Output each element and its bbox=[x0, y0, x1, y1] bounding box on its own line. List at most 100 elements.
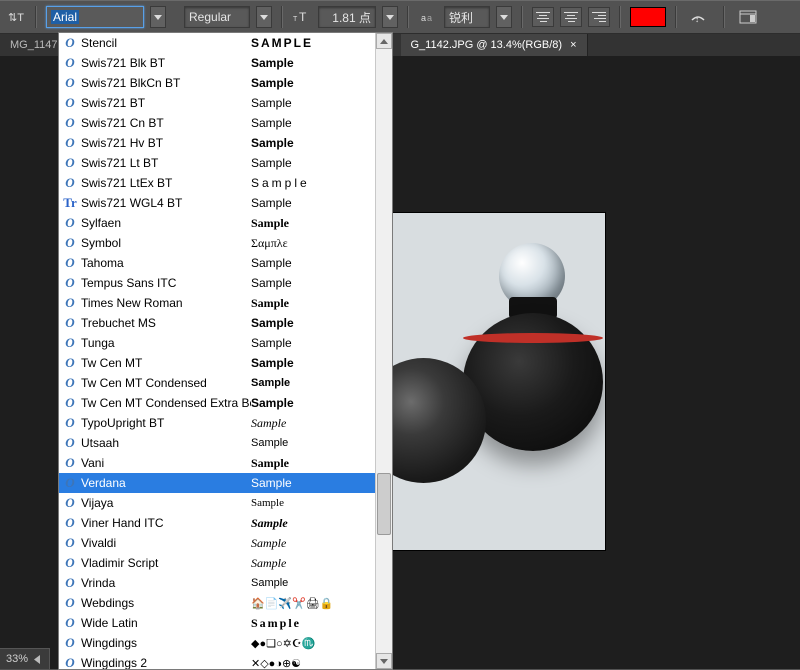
antialias-dropdown-button[interactable] bbox=[496, 6, 512, 28]
font-option[interactable]: OSwis721 Cn BTSample bbox=[59, 113, 375, 133]
font-option-name: Webdings bbox=[81, 596, 251, 610]
font-option[interactable]: OTw Cen MTSample bbox=[59, 353, 375, 373]
svg-text:T: T bbox=[293, 16, 298, 23]
font-option-name: Verdana bbox=[81, 476, 251, 490]
font-option-sample: Sample bbox=[251, 456, 375, 471]
font-option[interactable]: OWide LatinSample bbox=[59, 613, 375, 633]
font-option-name: Tw Cen MT Condensed Extra Bold bbox=[81, 396, 251, 410]
font-option[interactable]: OVaniSample bbox=[59, 453, 375, 473]
antialias-field[interactable]: 锐利 bbox=[444, 6, 490, 28]
font-option-name: Trebuchet MS bbox=[81, 316, 251, 330]
opentype-font-icon: O bbox=[59, 75, 81, 91]
font-option[interactable]: OTw Cen MT Condensed Extra BoldSample bbox=[59, 393, 375, 413]
font-option[interactable]: OTahomaSample bbox=[59, 253, 375, 273]
font-option-sample: Sample bbox=[251, 76, 375, 90]
font-option[interactable]: OSylfaenSample bbox=[59, 213, 375, 233]
font-option[interactable]: OVrindaSample bbox=[59, 573, 375, 593]
font-option-sample: Sample bbox=[251, 536, 375, 551]
opentype-font-icon: O bbox=[59, 535, 81, 551]
font-option-sample: SAMPLE bbox=[251, 36, 375, 50]
font-option-sample: Sample bbox=[251, 96, 375, 110]
svg-text:a: a bbox=[421, 13, 426, 23]
font-option-name: Times New Roman bbox=[81, 296, 251, 310]
font-option[interactable]: OTw Cen MT CondensedSample bbox=[59, 373, 375, 393]
scroll-down-arrow-icon[interactable] bbox=[376, 653, 392, 669]
scrollbar-thumb[interactable] bbox=[377, 473, 391, 535]
document-tab-active[interactable]: G_1142.JPG @ 13.4%(RGB/8) × bbox=[401, 34, 588, 56]
font-option[interactable]: OSwis721 LtEx BTSample bbox=[59, 173, 375, 193]
close-tab-icon[interactable]: × bbox=[570, 39, 576, 51]
font-option[interactable]: TrSwis721 WGL4 BTSample bbox=[59, 193, 375, 213]
font-option[interactable]: OSwis721 Hv BTSample bbox=[59, 133, 375, 153]
font-option-sample: Sample bbox=[251, 56, 375, 70]
font-option-sample: Sample bbox=[251, 416, 375, 431]
font-option[interactable]: OWingdings◆●❏○✡☪♏ bbox=[59, 633, 375, 653]
font-family-field[interactable]: Arial bbox=[46, 6, 144, 28]
font-option[interactable]: OTempus Sans ITCSample bbox=[59, 273, 375, 293]
font-option-name: Tunga bbox=[81, 336, 251, 350]
warp-text-button[interactable]: ↕ bbox=[686, 5, 714, 29]
font-option-name: Symbol bbox=[81, 236, 251, 250]
align-center-button[interactable] bbox=[560, 7, 582, 27]
font-size-dropdown-button[interactable] bbox=[382, 6, 398, 28]
font-option-sample: Sample bbox=[251, 196, 375, 210]
scroll-up-arrow-icon[interactable] bbox=[376, 33, 392, 49]
font-option[interactable]: OWebdings🏠📄✈‍✂🖨🔒 bbox=[59, 593, 375, 613]
font-option[interactable]: OVijayaSample bbox=[59, 493, 375, 513]
font-option-sample: Sample bbox=[251, 516, 375, 531]
font-family-value: Arial bbox=[51, 10, 79, 24]
opentype-font-icon: O bbox=[59, 475, 81, 491]
font-style-dropdown-button[interactable] bbox=[256, 6, 272, 28]
font-size-icon: TT bbox=[292, 7, 312, 27]
font-option[interactable]: OTimes New RomanSample bbox=[59, 293, 375, 313]
font-option[interactable]: OUtsaahSample bbox=[59, 433, 375, 453]
align-right-button[interactable] bbox=[588, 7, 610, 27]
font-option[interactable]: OTypoUpright BTSample bbox=[59, 413, 375, 433]
font-option-name: Tw Cen MT bbox=[81, 356, 251, 370]
opentype-font-icon: O bbox=[59, 355, 81, 371]
opentype-font-icon: O bbox=[59, 415, 81, 431]
font-option[interactable]: OSwis721 BTSample bbox=[59, 93, 375, 113]
font-option[interactable]: OVivaldiSample bbox=[59, 533, 375, 553]
opentype-font-icon: O bbox=[59, 295, 81, 311]
character-toolbar: ⇅T Arial Regular TT 1.81 点 aa 锐利 bbox=[0, 0, 800, 34]
font-option[interactable]: OSymbolΣαμπλε bbox=[59, 233, 375, 253]
font-option[interactable]: OSwis721 Blk BTSample bbox=[59, 53, 375, 73]
font-option[interactable]: OVladimir ScriptSample bbox=[59, 553, 375, 573]
opentype-font-icon: O bbox=[59, 95, 81, 111]
opentype-font-icon: O bbox=[59, 635, 81, 651]
font-option[interactable]: OSwis721 Lt BTSample bbox=[59, 153, 375, 173]
tab-label: MG_1147 bbox=[10, 39, 58, 51]
opentype-font-icon: O bbox=[59, 175, 81, 191]
font-size-field[interactable]: 1.81 点 bbox=[318, 6, 376, 28]
font-option-sample: Sample bbox=[251, 316, 375, 330]
status-chevron-icon[interactable] bbox=[34, 655, 43, 664]
align-left-button[interactable] bbox=[532, 7, 554, 27]
font-option[interactable]: OStencilSAMPLE bbox=[59, 33, 375, 53]
font-option[interactable]: OTrebuchet MSSample bbox=[59, 313, 375, 333]
font-option[interactable]: OVerdanaSample bbox=[59, 473, 375, 493]
zoom-level[interactable]: 33% bbox=[6, 653, 28, 665]
font-option[interactable]: OTungaSample bbox=[59, 333, 375, 353]
opentype-font-icon: O bbox=[59, 455, 81, 471]
font-option-name: Swis721 Blk BT bbox=[81, 56, 251, 70]
font-option-sample: Sample bbox=[251, 276, 375, 290]
dropdown-scrollbar[interactable] bbox=[375, 33, 392, 669]
font-option-name: Swis721 BT bbox=[81, 96, 251, 110]
font-option-sample: Sample bbox=[251, 116, 375, 130]
text-color-swatch[interactable] bbox=[630, 7, 666, 27]
font-option-name: Swis721 BlkCn BT bbox=[81, 76, 251, 90]
font-option-name: TypoUpright BT bbox=[81, 416, 251, 430]
font-family-dropdown-button[interactable] bbox=[150, 6, 166, 28]
text-orientation-toggle-icon[interactable]: ⇅T bbox=[6, 7, 26, 27]
font-option-name: Vijaya bbox=[81, 496, 251, 510]
font-option-sample: Sample bbox=[251, 356, 375, 370]
font-option[interactable]: OWingdings 2✕◇●◑⊕☯ bbox=[59, 653, 375, 669]
font-style-field[interactable]: Regular bbox=[184, 6, 250, 28]
opentype-font-icon: O bbox=[59, 435, 81, 451]
font-option[interactable]: OViner Hand ITCSample bbox=[59, 513, 375, 533]
font-option[interactable]: OSwis721 BlkCn BTSample bbox=[59, 73, 375, 93]
character-panel-toggle-button[interactable] bbox=[734, 5, 762, 29]
status-bar-fragment: 33% bbox=[0, 648, 50, 669]
font-option-name: Tempus Sans ITC bbox=[81, 276, 251, 290]
